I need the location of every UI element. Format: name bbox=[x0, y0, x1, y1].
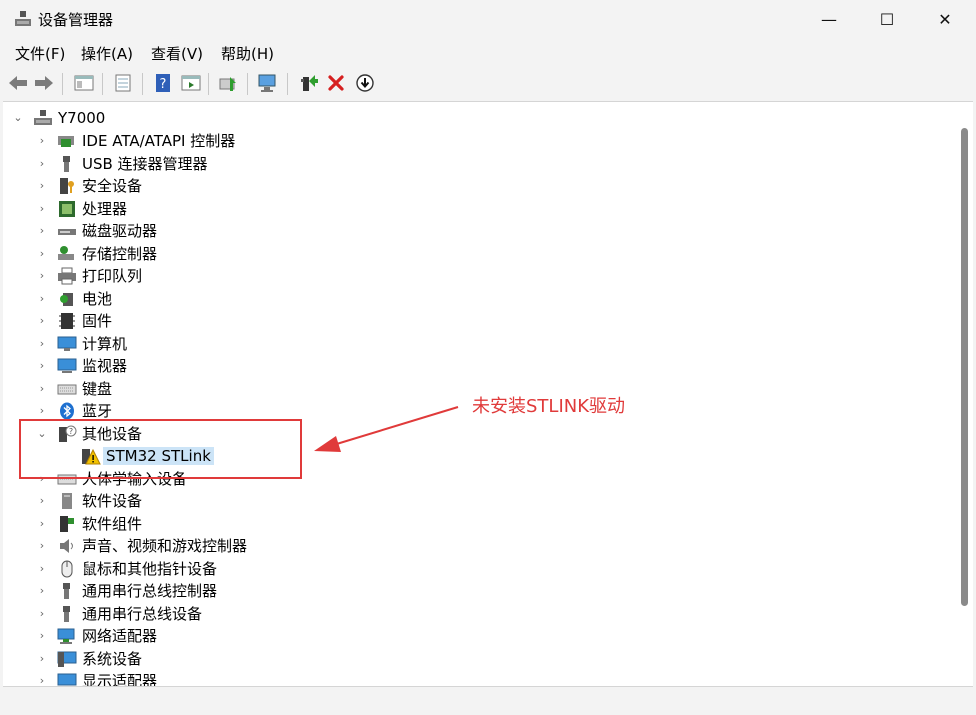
usb-controller-icon bbox=[63, 583, 70, 599]
chevron-right-icon[interactable]: › bbox=[36, 358, 48, 374]
properties-icon[interactable] bbox=[111, 71, 135, 95]
usb-device-icon bbox=[63, 606, 70, 622]
bluetooth-icon bbox=[60, 402, 74, 420]
chevron-right-icon[interactable]: › bbox=[36, 538, 48, 554]
show-hide-console-tree-icon[interactable] bbox=[72, 71, 96, 95]
back-arrow-icon[interactable] bbox=[6, 71, 30, 95]
software-device-icon bbox=[62, 493, 72, 509]
svg-text:?: ? bbox=[160, 77, 167, 92]
vertical-scrollbar[interactable] bbox=[956, 102, 973, 687]
tree-item-system[interactable]: › 系统设备 bbox=[3, 648, 956, 670]
chevron-right-icon[interactable]: › bbox=[36, 606, 48, 622]
tree-item-monitor[interactable]: › 监视器 bbox=[3, 355, 956, 377]
ide-controller-icon bbox=[58, 136, 74, 147]
tree-item-network[interactable]: › 网络适配器 bbox=[3, 625, 956, 647]
chevron-down-icon[interactable]: ⌄ bbox=[12, 110, 24, 126]
tree-item-ide[interactable]: › IDE ATA/ATAPI 控制器 bbox=[3, 130, 956, 152]
chevron-right-icon[interactable]: › bbox=[36, 561, 48, 577]
menu-bar: 文件(F) 操作(A) 查看(V) 帮助(H) bbox=[0, 39, 976, 67]
menu-help[interactable]: 帮助(H) bbox=[221, 43, 274, 64]
tree-item-security[interactable]: › 安全设备 bbox=[3, 175, 956, 197]
software-component-icon bbox=[60, 516, 74, 532]
processor-icon bbox=[59, 201, 75, 217]
storage-controller-icon bbox=[58, 246, 74, 260]
chevron-right-icon[interactable]: › bbox=[36, 516, 48, 532]
tree-item-usb-controller[interactable]: › 通用串行总线控制器 bbox=[3, 580, 956, 602]
chevron-right-icon[interactable]: › bbox=[36, 313, 48, 329]
monitor-icon bbox=[57, 358, 77, 373]
scan-hardware-icon[interactable] bbox=[256, 71, 280, 95]
window-title: 设备管理器 bbox=[38, 11, 114, 29]
chevron-right-icon[interactable]: › bbox=[36, 673, 48, 687]
view-icon[interactable] bbox=[179, 71, 203, 95]
status-bar bbox=[3, 686, 973, 713]
chevron-right-icon[interactable]: › bbox=[36, 336, 48, 352]
chevron-right-icon[interactable]: › bbox=[36, 201, 48, 217]
printer-icon bbox=[58, 267, 76, 285]
scrollbar-thumb[interactable] bbox=[961, 128, 968, 606]
display-adapter-icon bbox=[57, 673, 77, 686]
tree-item-firmware[interactable]: › 固件 bbox=[3, 310, 956, 332]
speaker-icon bbox=[60, 539, 73, 553]
toolbar: ? bbox=[0, 67, 976, 99]
chevron-right-icon[interactable]: › bbox=[36, 493, 48, 509]
chevron-right-icon[interactable]: › bbox=[36, 246, 48, 262]
tree-item-processor[interactable]: › 处理器 bbox=[3, 198, 956, 220]
chevron-right-icon[interactable]: › bbox=[36, 651, 48, 667]
chevron-right-icon[interactable]: › bbox=[36, 178, 48, 194]
chevron-right-icon[interactable]: › bbox=[36, 403, 48, 419]
chevron-right-icon[interactable]: › bbox=[36, 156, 48, 172]
device-manager-icon bbox=[15, 11, 31, 26]
keyboard-icon bbox=[57, 384, 77, 395]
firmware-chip-icon bbox=[59, 313, 75, 329]
help-icon[interactable]: ? bbox=[151, 71, 175, 95]
system-device-icon bbox=[57, 651, 77, 667]
disk-drive-icon bbox=[58, 229, 76, 235]
tree-item-battery[interactable]: › 电池 bbox=[3, 288, 956, 310]
tree-item-disk[interactable]: › 磁盘驱动器 bbox=[3, 220, 956, 242]
tree-item-display[interactable]: › 显示适配器 bbox=[3, 670, 956, 687]
chevron-right-icon[interactable]: › bbox=[36, 381, 48, 397]
battery-icon bbox=[60, 293, 73, 306]
computer-root-icon bbox=[34, 110, 52, 125]
tree-item-usb-device[interactable]: › 通用串行总线设备 bbox=[3, 603, 956, 625]
tree-root[interactable]: ⌄ Y7000 bbox=[3, 107, 956, 129]
chevron-right-icon[interactable]: › bbox=[36, 583, 48, 599]
tree-item-storage[interactable]: › 存储控制器 bbox=[3, 243, 956, 265]
disable-device-icon[interactable] bbox=[353, 71, 377, 95]
minimize-button[interactable]: — bbox=[800, 0, 858, 39]
chevron-right-icon[interactable]: › bbox=[36, 223, 48, 239]
usb-icon bbox=[63, 156, 70, 172]
tree-item-print-queue[interactable]: › 打印队列 bbox=[3, 265, 956, 287]
title-bar: 设备管理器 — ☐ ✕ bbox=[0, 0, 976, 39]
mouse-icon bbox=[61, 560, 73, 578]
tree-root-label: Y7000 bbox=[58, 109, 106, 127]
forward-arrow-icon[interactable] bbox=[32, 71, 56, 95]
add-driver-icon[interactable] bbox=[297, 71, 321, 95]
close-button[interactable]: ✕ bbox=[916, 0, 974, 39]
highlight-box bbox=[19, 419, 302, 479]
tree-item-software-device[interactable]: › 软件设备 bbox=[3, 490, 956, 512]
uninstall-x-icon[interactable] bbox=[324, 71, 348, 95]
annotation-text: 未安装STLINK驱动 bbox=[472, 396, 626, 417]
tree-item-mouse[interactable]: › 鼠标和其他指针设备 bbox=[3, 558, 956, 580]
tree-item-computer[interactable]: › 计算机 bbox=[3, 333, 956, 355]
chevron-right-icon[interactable]: › bbox=[36, 291, 48, 307]
tree-item-sound[interactable]: › 声音、视频和游戏控制器 bbox=[3, 535, 956, 557]
tree-item-usb-connector[interactable]: › USB 连接器管理器 bbox=[3, 153, 956, 175]
menu-action[interactable]: 操作(A) bbox=[81, 43, 133, 64]
chevron-right-icon[interactable]: › bbox=[36, 628, 48, 644]
menu-file[interactable]: 文件(F) bbox=[15, 43, 65, 64]
network-adapter-icon bbox=[57, 628, 75, 644]
menu-view[interactable]: 查看(V) bbox=[151, 43, 203, 64]
chevron-right-icon[interactable]: › bbox=[36, 268, 48, 284]
tree-item-software-component[interactable]: › 软件组件 bbox=[3, 513, 956, 535]
security-device-icon bbox=[60, 178, 74, 194]
update-driver-icon[interactable] bbox=[217, 71, 241, 95]
computer-icon bbox=[57, 336, 77, 351]
maximize-button[interactable]: ☐ bbox=[858, 0, 916, 39]
chevron-right-icon[interactable]: › bbox=[36, 133, 48, 149]
